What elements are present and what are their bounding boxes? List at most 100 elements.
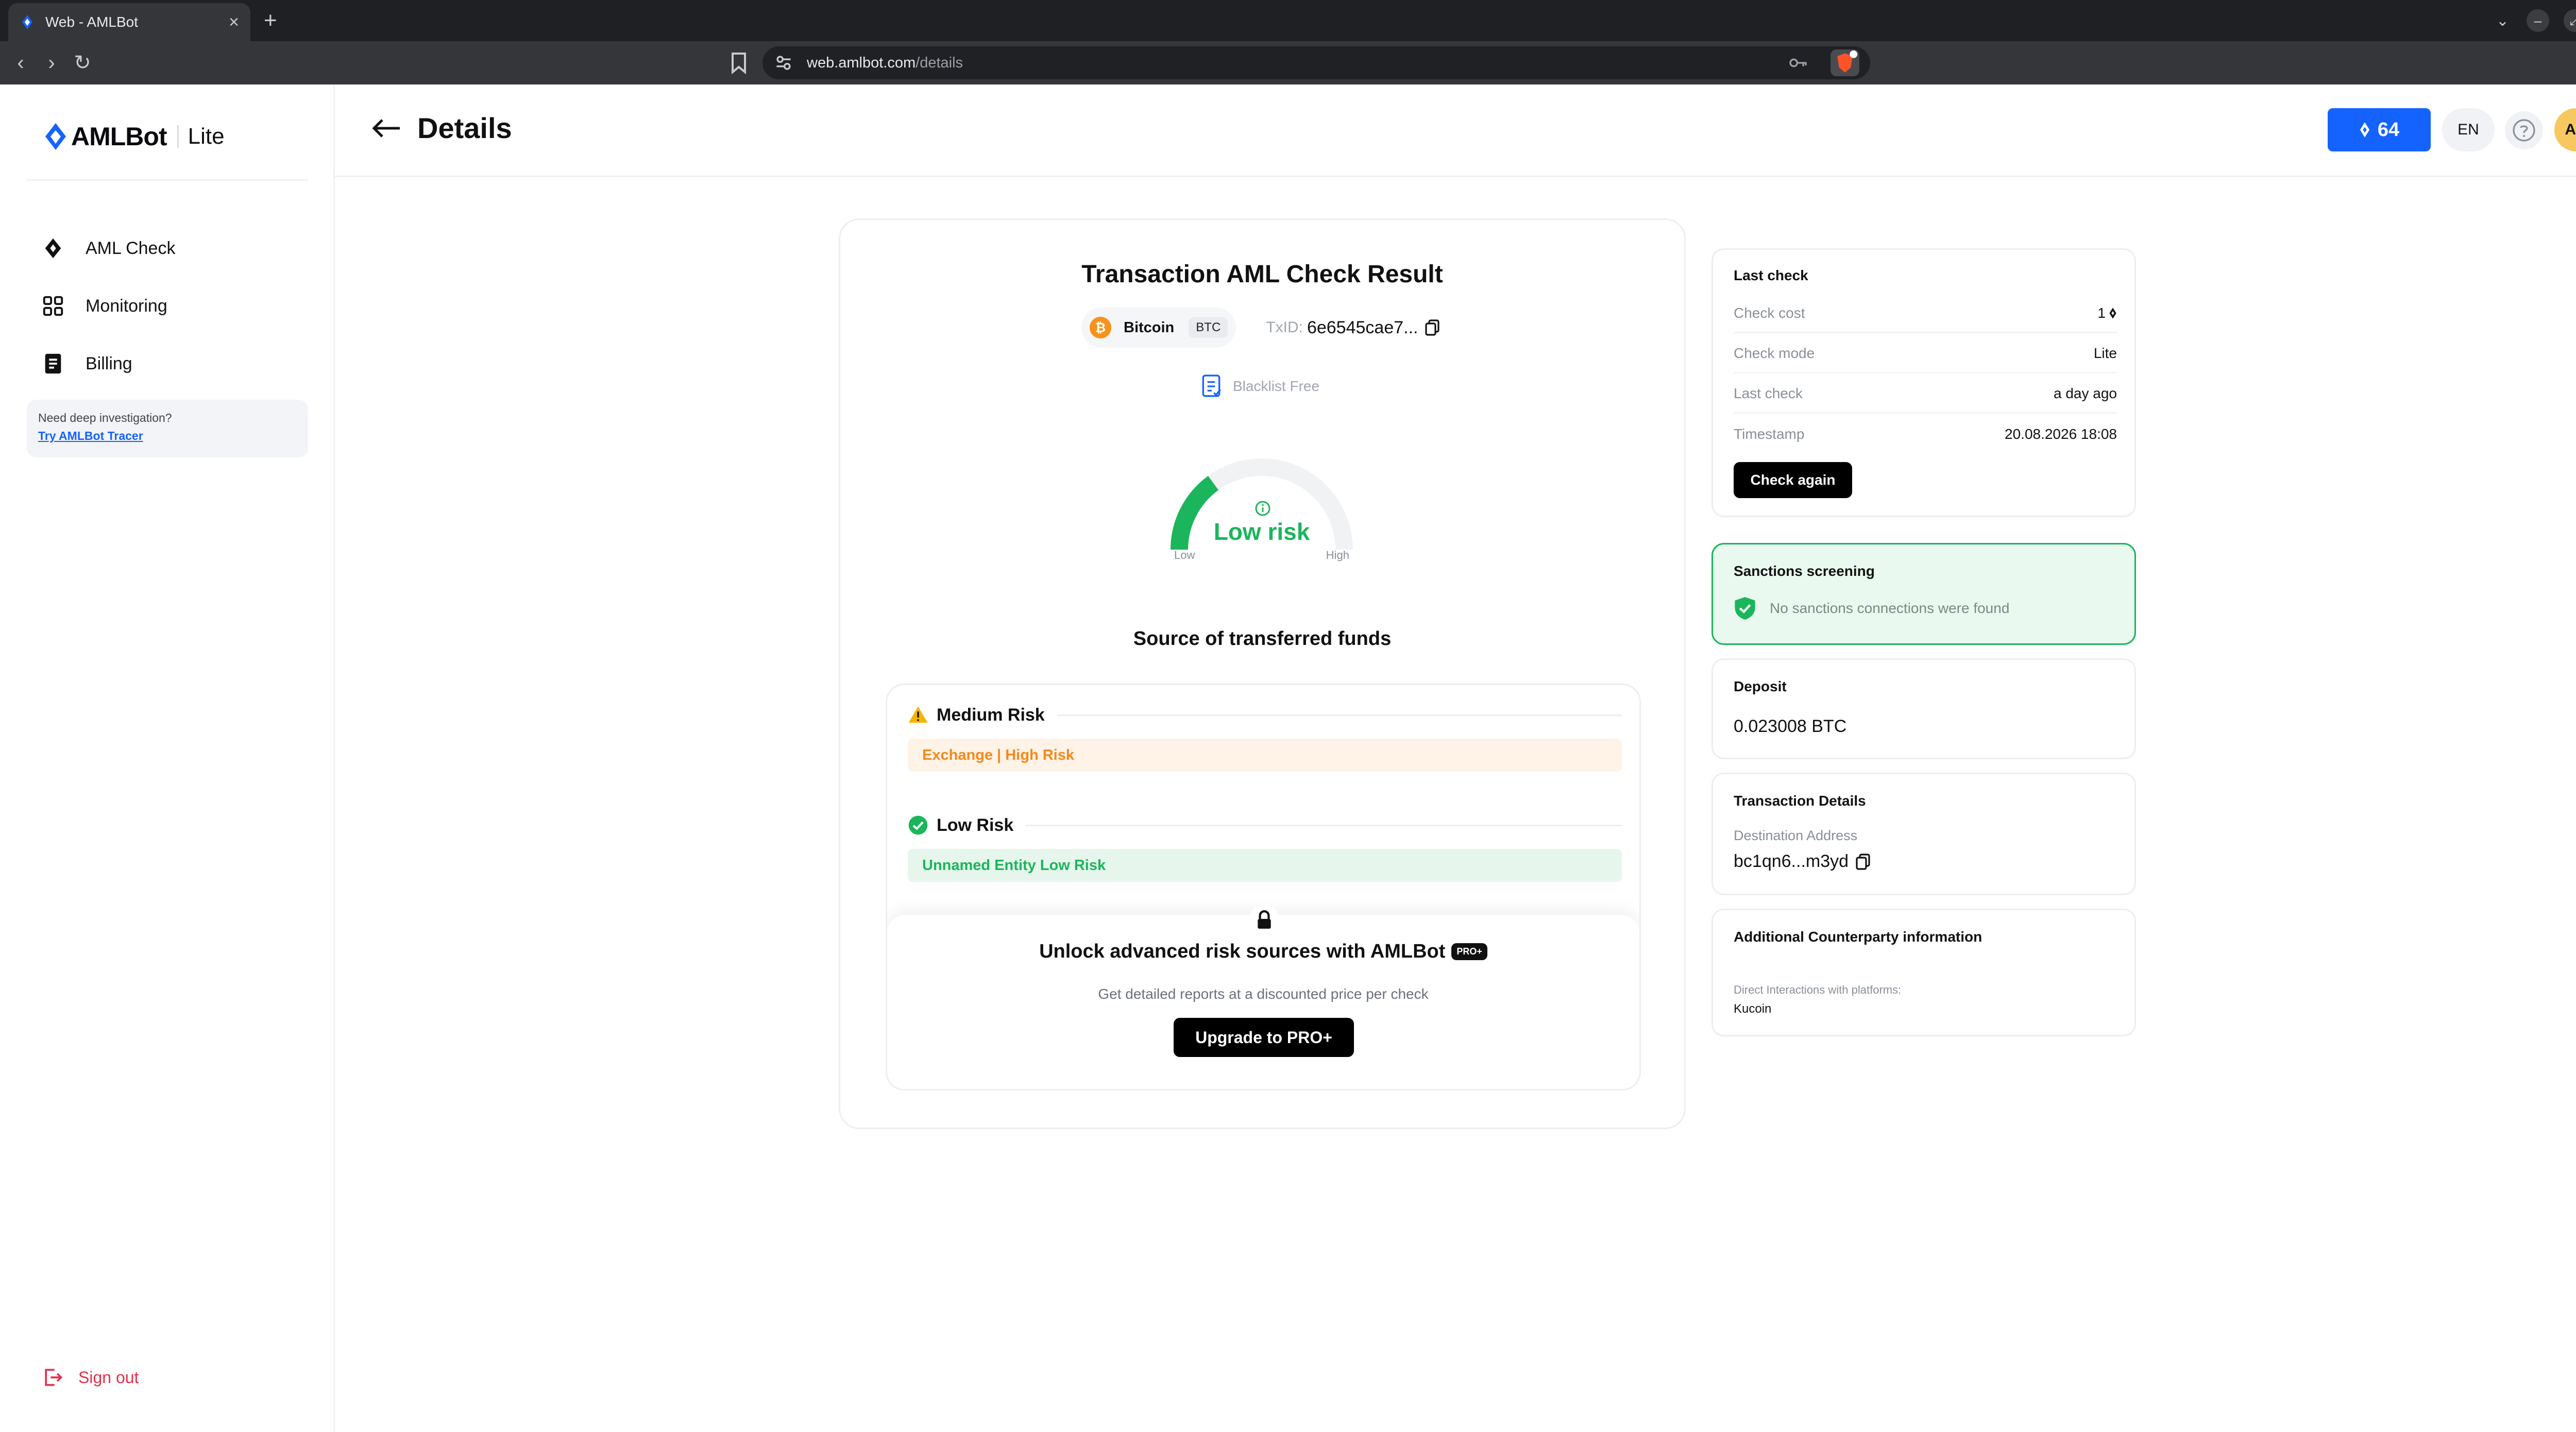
aml-result-card: Transaction AML Check Result ₿ Bitcoin B…: [839, 218, 1686, 1129]
sidebar-item-billing[interactable]: Billing: [41, 348, 132, 379]
bitcoin-icon: ₿: [1089, 316, 1112, 339]
page-title: Details: [417, 112, 512, 144]
risk-group-divider: [1026, 824, 1622, 826]
kv-row-last-check: Last check a day ago: [1734, 374, 2117, 414]
grid-icon: [43, 296, 63, 316]
avatar[interactable]: AD: [2554, 108, 2576, 151]
destination-label: Destination Address: [1734, 828, 1858, 843]
credit-drop-icon: [2360, 122, 2370, 138]
destination-address: bc1qn6...m3yd: [1734, 851, 1870, 872]
check-circle-icon: [908, 815, 928, 835]
sign-out-label: Sign out: [78, 1368, 139, 1387]
back-icon[interactable]: ‹: [5, 41, 36, 84]
sanctions-message: No sanctions connections were found: [1770, 600, 2010, 616]
balance-button[interactable]: 64: [2328, 108, 2431, 151]
info-icon[interactable]: [1255, 500, 1271, 517]
unlock-pro-panel: Unlock advanced risk sources with AMLBot…: [887, 905, 1639, 1089]
risk-entry-chip: Exchange | High Risk: [908, 739, 1622, 772]
new-tab-icon[interactable]: +: [264, 7, 277, 34]
tracer-promo: Need deep investigation? Try AMLBot Trac…: [27, 400, 308, 457]
sidebar-item-aml-check[interactable]: AML Check: [41, 233, 175, 264]
help-button[interactable]: [2505, 111, 2543, 149]
back-arrow-icon[interactable]: [371, 116, 402, 140]
risk-group-header: Low Risk: [908, 811, 1622, 840]
counterparty-card: Additional Counterparty information Dire…: [1711, 909, 2136, 1036]
pro-plus-badge: PRO+: [1451, 943, 1487, 960]
tab-title: Web - AMLBot: [45, 14, 139, 30]
svg-text:₿: ₿: [1095, 321, 1106, 335]
brand-name: AMLBot: [71, 122, 167, 151]
counterparty-label: Direct Interactions with platforms:: [1734, 983, 1902, 996]
browser-toolbar: ‹ › ↻ web.amlbot.com/details: [0, 41, 2576, 84]
address-bar[interactable]: web.amlbot.com/details: [762, 46, 1870, 79]
txid-label: TxID:: [1266, 319, 1303, 336]
kv-row-check-mode: Check mode Lite: [1734, 334, 2117, 373]
risk-label: Low risk: [1213, 518, 1310, 545]
minimize-icon[interactable]: –: [2527, 9, 2549, 32]
coin-info-row: ₿ Bitcoin BTC TxID: 6e6545cae7...: [1081, 308, 1440, 348]
blacklist-doc-icon: [1202, 374, 1222, 397]
sidebar-item-label: Billing: [86, 353, 132, 373]
sanctions-result: No sanctions connections were found: [1734, 596, 2009, 621]
risk-gauge: Low risk Low High: [1164, 452, 1360, 575]
deposit-card: Deposit 0.023008 BTC: [1711, 658, 2136, 759]
warning-icon: [908, 706, 928, 723]
sidebar-item-monitoring[interactable]: Monitoring: [41, 291, 167, 321]
deposit-value: 0.023008 BTC: [1734, 717, 1847, 736]
unlock-subtitle: Get detailed reports at a discounted pri…: [1098, 986, 1429, 1002]
sidebar-divider: [26, 179, 308, 181]
gauge-low-label: Low: [1174, 549, 1195, 561]
brand-logo[interactable]: AMLBot Lite: [44, 122, 225, 151]
brand-separator: [177, 125, 179, 148]
tx-details-title: Transaction Details: [1734, 793, 1866, 809]
copy-txid-icon[interactable]: [1425, 319, 1440, 336]
lock-badge: [1249, 905, 1280, 935]
shield-check-icon: [1735, 597, 1755, 620]
brand-tier: Lite: [188, 124, 225, 149]
tab-list-chevron-icon[interactable]: ⌄: [2496, 12, 2509, 30]
sources-title: Source of transferred funds: [1133, 628, 1392, 650]
upgrade-pro-button[interactable]: Upgrade to PRO+: [1174, 1018, 1354, 1057]
amlbot-favicon-icon: [22, 15, 32, 29]
amlbot-logo-icon: [45, 123, 66, 150]
blacklist-label: Blacklist Free: [1233, 378, 1320, 394]
restore-icon[interactable]: ⤢: [2564, 9, 2576, 32]
counterparty-title: Additional Counterparty information: [1734, 929, 1982, 945]
url-text: web.amlbot.com/details: [807, 54, 963, 71]
sources-box: Medium Risk Exchange | High Risk Low Ris…: [886, 684, 1641, 1090]
coin-ticker: BTC: [1189, 317, 1228, 338]
sidebar-item-label: Monitoring: [86, 296, 167, 316]
risk-entry-chip: Unnamed Entity Low Risk: [908, 849, 1622, 882]
sign-out-button[interactable]: Sign out: [41, 1366, 139, 1389]
risk-group-name: Low Risk: [937, 815, 1014, 835]
browser-tab[interactable]: Web - AMLBot ×: [8, 3, 250, 41]
result-title: Transaction AML Check Result: [1081, 261, 1443, 288]
transaction-details-card: Transaction Details Destination Address …: [1711, 773, 2136, 895]
check-again-button[interactable]: Check again: [1734, 462, 1852, 498]
risk-group-medium: Medium Risk Exchange | High Risk: [908, 701, 1622, 772]
bookmark-icon[interactable]: [728, 52, 749, 74]
balance-value: 64: [2377, 118, 2400, 141]
browser-tab-bar: Web - AMLBot × + ⌄ – ⤢ ×: [0, 0, 2576, 41]
sanctions-card: Sanctions screening No sanctions connect…: [1711, 543, 2136, 645]
key-icon[interactable]: [1788, 54, 1808, 72]
gauge-high-label: High: [1326, 549, 1349, 561]
brave-shields-icon[interactable]: [1830, 49, 1860, 76]
reload-icon[interactable]: ↻: [67, 41, 98, 84]
site-settings-icon[interactable]: [775, 54, 792, 72]
txid-value: 6e6545cae7...: [1307, 317, 1418, 337]
sign-out-icon: [45, 1369, 63, 1386]
sidebar: AMLBot Lite AML Check Monitoring Billing…: [0, 84, 335, 1432]
window-controls: ⌄ – ⤢ ×: [2496, 9, 2576, 32]
blacklist-status: Blacklist Free: [1201, 374, 1319, 398]
deposit-title: Deposit: [1734, 678, 1787, 694]
tab-close-icon[interactable]: ×: [229, 13, 239, 31]
try-tracer-link[interactable]: Try AMLBot Tracer: [38, 429, 297, 443]
last-check-card: Last check Check cost 1 Check mode Lite …: [1711, 248, 2136, 517]
coin-pill: ₿ Bitcoin BTC: [1081, 308, 1236, 348]
unlock-title: Unlock advanced risk sources with AMLBot…: [887, 941, 1639, 963]
language-selector[interactable]: EN: [2442, 108, 2495, 151]
document-icon: [45, 353, 61, 374]
copy-address-icon[interactable]: [1856, 853, 1870, 870]
forward-icon[interactable]: ›: [36, 41, 67, 84]
